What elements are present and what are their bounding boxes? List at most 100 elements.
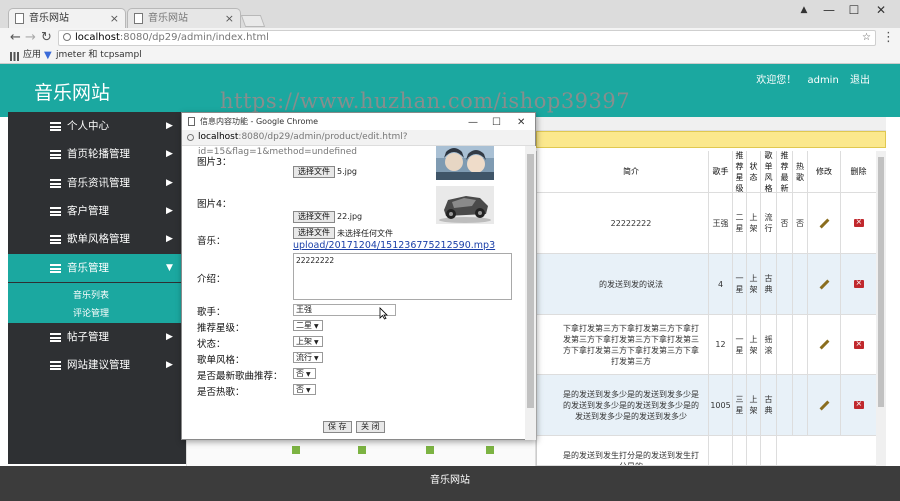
cell-style: 古典	[761, 254, 777, 314]
save-button[interactable]: 保 存	[323, 421, 352, 433]
cell-status: 上架	[747, 375, 761, 435]
sidebar-item-styles[interactable]: 歌单风格管理 ▶	[8, 225, 186, 253]
popup-address-bar[interactable]: localhost:8080/dp29/admin/product/edit.h…	[182, 130, 535, 157]
popup-scrollbar-thumb[interactable]	[527, 154, 534, 408]
page-scrollbar[interactable]	[876, 151, 886, 466]
img4-choose-file-button[interactable]: 选择文件	[293, 211, 335, 223]
delete-button[interactable]	[841, 375, 877, 435]
img3-choose-file-button[interactable]: 选择文件	[293, 166, 335, 178]
edit-button[interactable]	[808, 193, 841, 253]
delete-icon	[853, 398, 864, 409]
sidebar-item-label: 音乐管理	[67, 262, 109, 274]
status-select[interactable]: 上架 ▼	[293, 336, 323, 347]
close-button[interactable]: 关 闭	[356, 421, 385, 433]
forward-icon[interactable]: →	[25, 30, 36, 46]
maximize-button[interactable]: ☐	[845, 2, 863, 18]
menu-list-icon	[50, 333, 61, 342]
sidebar-item-news[interactable]: 音乐资讯管理 ▶	[8, 169, 186, 197]
music-choose-file-button[interactable]: 选择文件	[293, 227, 335, 239]
bookmark-star-icon[interactable]: ☆	[862, 31, 871, 45]
bookmark-apps[interactable]: 应用	[23, 48, 41, 63]
chevron-right-icon: ▶	[166, 234, 173, 244]
img4-filename: 22.jpg	[337, 212, 363, 221]
scrollbar-thumb[interactable]	[878, 157, 884, 407]
music-table: 简介 歌手 推荐星级 状态 歌单风格 推荐最新 热歌 修改 删除 2222222…	[536, 151, 877, 466]
img3-label: 图片3：	[197, 157, 232, 168]
close-tab-icon[interactable]: ×	[225, 9, 234, 28]
cell-intro: 的发送到发的说法	[554, 254, 709, 314]
submenu-comments[interactable]: 评论管理	[73, 306, 109, 319]
pencil-icon	[819, 218, 829, 228]
minimize-button[interactable]: —	[820, 2, 838, 18]
profile-icon[interactable]: ▲	[795, 2, 813, 18]
newest-select-value: 否	[296, 369, 304, 378]
apps-icon[interactable]	[10, 52, 19, 61]
music-label: 音乐：	[197, 236, 226, 247]
style-select[interactable]: 流行 ▼	[293, 352, 323, 363]
th-delete: 删除	[841, 151, 877, 192]
reload-icon[interactable]: ↻	[41, 30, 52, 46]
intro-textarea[interactable]: 22222222	[293, 253, 512, 300]
close-tab-icon[interactable]: ×	[110, 9, 119, 28]
chevron-down-icon: ▼	[314, 355, 319, 362]
cell-intro: 是的发送到发多少是的发送到发多少是的发送到发多少是的发送到发多少是的发送到发多少…	[554, 375, 709, 435]
cell-hot: 否	[793, 193, 808, 253]
browser-tab-active[interactable]: 音乐网站 ×	[8, 8, 126, 28]
delete-icon	[853, 277, 864, 288]
delete-button[interactable]	[841, 315, 877, 374]
user-link[interactable]: admin	[807, 75, 838, 86]
music-file-link[interactable]: upload/20171204/1512367752125​90.mp3	[293, 240, 495, 251]
image-thumb-icon	[292, 446, 300, 454]
site-footer: 音乐网站	[0, 466, 900, 501]
sidebar-item-suggestions[interactable]: 网站建议管理 ▶	[8, 351, 186, 379]
stars-select-value: 二星	[296, 321, 312, 330]
sidebar-item-carousel[interactable]: 首页轮播管理 ▶	[8, 140, 186, 168]
new-tab-button[interactable]	[240, 15, 266, 27]
sidebar-item-posts[interactable]: 帖子管理 ▶	[8, 323, 186, 351]
mouse-cursor-icon	[379, 307, 388, 320]
hot-select[interactable]: 否 ▼	[293, 384, 316, 395]
edit-button[interactable]	[808, 315, 841, 374]
browser-tab[interactable]: 音乐网站 ×	[127, 8, 241, 28]
sidebar-item-personal[interactable]: 个人中心 ▶	[8, 112, 186, 140]
sidebar-item-customers[interactable]: 客户管理 ▶	[8, 197, 186, 225]
newest-select[interactable]: 否 ▼	[293, 368, 316, 379]
page-icon	[188, 117, 195, 126]
sidebar-item-label: 歌单风格管理	[67, 233, 130, 245]
sidebar-item-music[interactable]: 音乐管理 ▼	[8, 254, 186, 282]
pencil-icon	[819, 339, 829, 350]
submenu-music-list[interactable]: 音乐列表	[73, 288, 109, 301]
pencil-icon	[819, 279, 829, 289]
delete-icon	[853, 216, 864, 227]
cell-intro: 22222222	[554, 193, 709, 253]
cell-stars	[733, 436, 747, 465]
back-icon[interactable]: ←	[10, 30, 21, 46]
edit-button[interactable]	[808, 254, 841, 314]
menu-list-icon	[50, 361, 61, 370]
cell-singer: 1005	[709, 375, 733, 435]
table-row: 22222222 王强 二星 上架 流行 否 否	[537, 193, 877, 254]
sidebar-item-label: 客户管理	[67, 205, 109, 217]
bookmark-jmeter[interactable]: jmeter 和 tcpsampl	[56, 48, 142, 63]
th-status: 状态	[747, 151, 761, 192]
close-window-button[interactable]: ✕	[872, 2, 890, 18]
delete-button[interactable]	[841, 193, 877, 253]
menu-list-icon	[50, 235, 61, 244]
info-icon[interactable]	[63, 33, 71, 41]
popup-scrollbar[interactable]	[525, 146, 536, 440]
chevron-down-icon: ▼	[314, 323, 319, 330]
cell-style	[761, 436, 777, 465]
menu-icon[interactable]: ⋮	[882, 30, 895, 46]
chevron-right-icon: ▶	[166, 121, 173, 131]
popup-minimize-button[interactable]: —	[468, 114, 478, 131]
stars-select[interactable]: 二星 ▼	[293, 320, 323, 331]
popup-close-button[interactable]: ✕	[517, 114, 525, 131]
sidebar-item-label: 帖子管理	[67, 331, 109, 343]
th-edit: 修改	[808, 151, 841, 192]
edit-button[interactable]	[808, 375, 841, 435]
logout-link[interactable]: 退出	[850, 75, 870, 86]
browser-toolbar: ← → ↻ localhost:8080/dp29/admin/index.ht…	[0, 28, 900, 48]
popup-maximize-button[interactable]: ☐	[492, 114, 501, 131]
address-bar[interactable]: localhost:8080/dp29/admin/index.html ☆	[58, 30, 876, 46]
delete-button[interactable]	[841, 254, 877, 314]
